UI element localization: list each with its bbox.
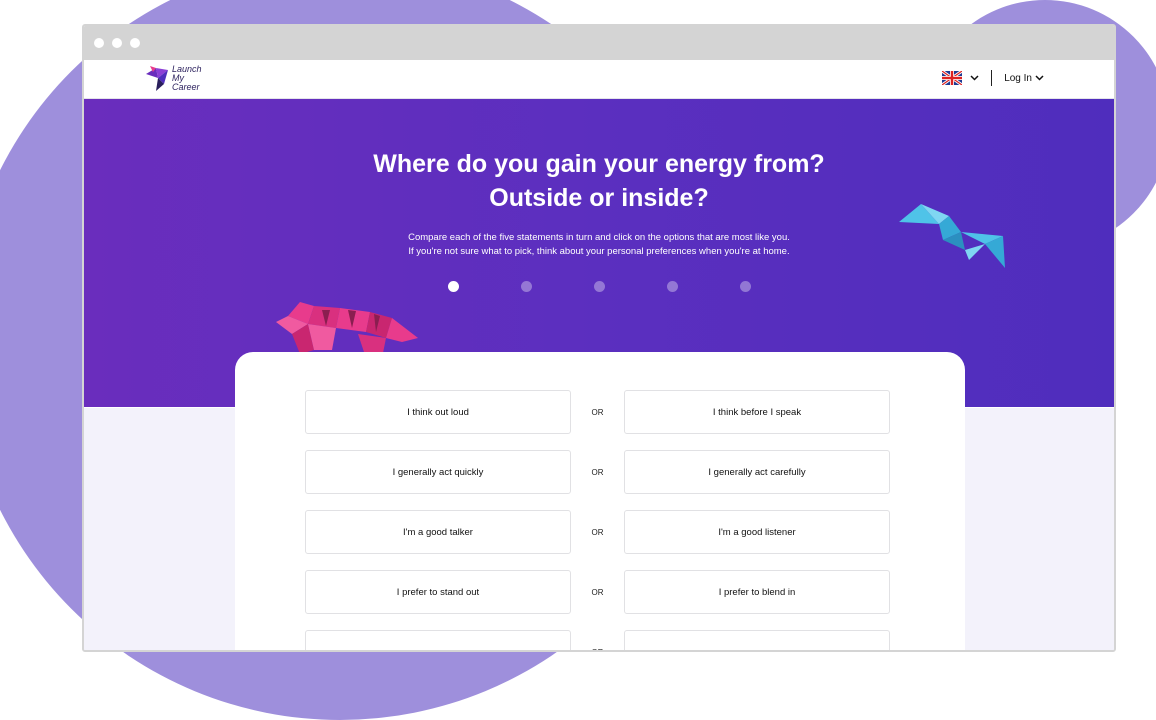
statement-row-4: I prefer to stand out OR I prefer to ble… — [305, 570, 890, 614]
bird-logo-icon — [146, 66, 168, 91]
logo-line2: Career — [172, 81, 200, 92]
statement-row-2: I generally act quickly OR I generally a… — [305, 450, 890, 494]
page-title: Where do you gain your energy from? Outs… — [84, 99, 1114, 215]
statement-row-5: OR — [305, 630, 890, 652]
statement-row-3: I'm a good talker OR I'm a good listener — [305, 510, 890, 554]
login-menu[interactable]: Log In — [1004, 73, 1044, 84]
title-line1: Where do you gain your energy from? — [373, 150, 825, 178]
statements-card: I think out loud OR I think before I spe… — [235, 352, 965, 652]
statement-option-left[interactable]: I prefer to stand out — [305, 570, 571, 614]
or-label: OR — [591, 587, 604, 597]
language-chevron-down-icon[interactable] — [970, 75, 979, 81]
tiger-illustration-icon — [276, 302, 418, 358]
uk-flag-icon[interactable] — [942, 71, 963, 85]
progress-dot-4 — [666, 281, 678, 292]
statement-option-right[interactable] — [624, 630, 890, 650]
title-line2: Outside or inside? — [489, 184, 709, 212]
browser-window: Launch My Career Log In Where do you gai… — [82, 24, 1116, 652]
window-dot — [94, 38, 104, 48]
progress-dots — [84, 281, 1114, 292]
statement-option-right[interactable]: I'm a good listener — [624, 510, 890, 554]
or-label: OR — [591, 527, 604, 537]
progress-dot-1 — [447, 281, 459, 292]
statement-row-1: I think out loud OR I think before I spe… — [305, 390, 890, 434]
progress-dot-3 — [593, 281, 605, 292]
bird-illustration-icon — [899, 204, 1005, 268]
statement-option-right[interactable]: I think before I speak — [624, 390, 890, 434]
progress-dot-2 — [520, 281, 532, 292]
login-label: Log In — [1004, 72, 1032, 84]
logo-text: Launch My Career — [172, 63, 212, 92]
statement-option-right[interactable]: I generally act carefully — [624, 450, 890, 494]
logo[interactable]: Launch My Career — [144, 64, 212, 92]
or-label: OR — [591, 647, 604, 652]
header-divider — [991, 70, 993, 86]
statement-option-left[interactable] — [305, 630, 571, 650]
statement-option-left[interactable]: I think out loud — [305, 390, 571, 434]
header-actions: Log In — [942, 70, 1044, 86]
statement-option-left[interactable]: I generally act quickly — [305, 450, 571, 494]
progress-dot-5 — [739, 281, 751, 292]
or-label: OR — [591, 407, 604, 417]
statement-option-right[interactable]: I prefer to blend in — [624, 570, 890, 614]
site-header: Launch My Career Log In — [84, 60, 1114, 99]
window-dot — [130, 38, 140, 48]
browser-title-bar — [84, 26, 1114, 60]
statement-option-left[interactable]: I'm a good talker — [305, 510, 571, 554]
window-dot — [112, 38, 122, 48]
logo-line1: Launch My — [172, 63, 202, 83]
login-chevron-down-icon — [1035, 75, 1044, 81]
or-label: OR — [591, 467, 604, 477]
